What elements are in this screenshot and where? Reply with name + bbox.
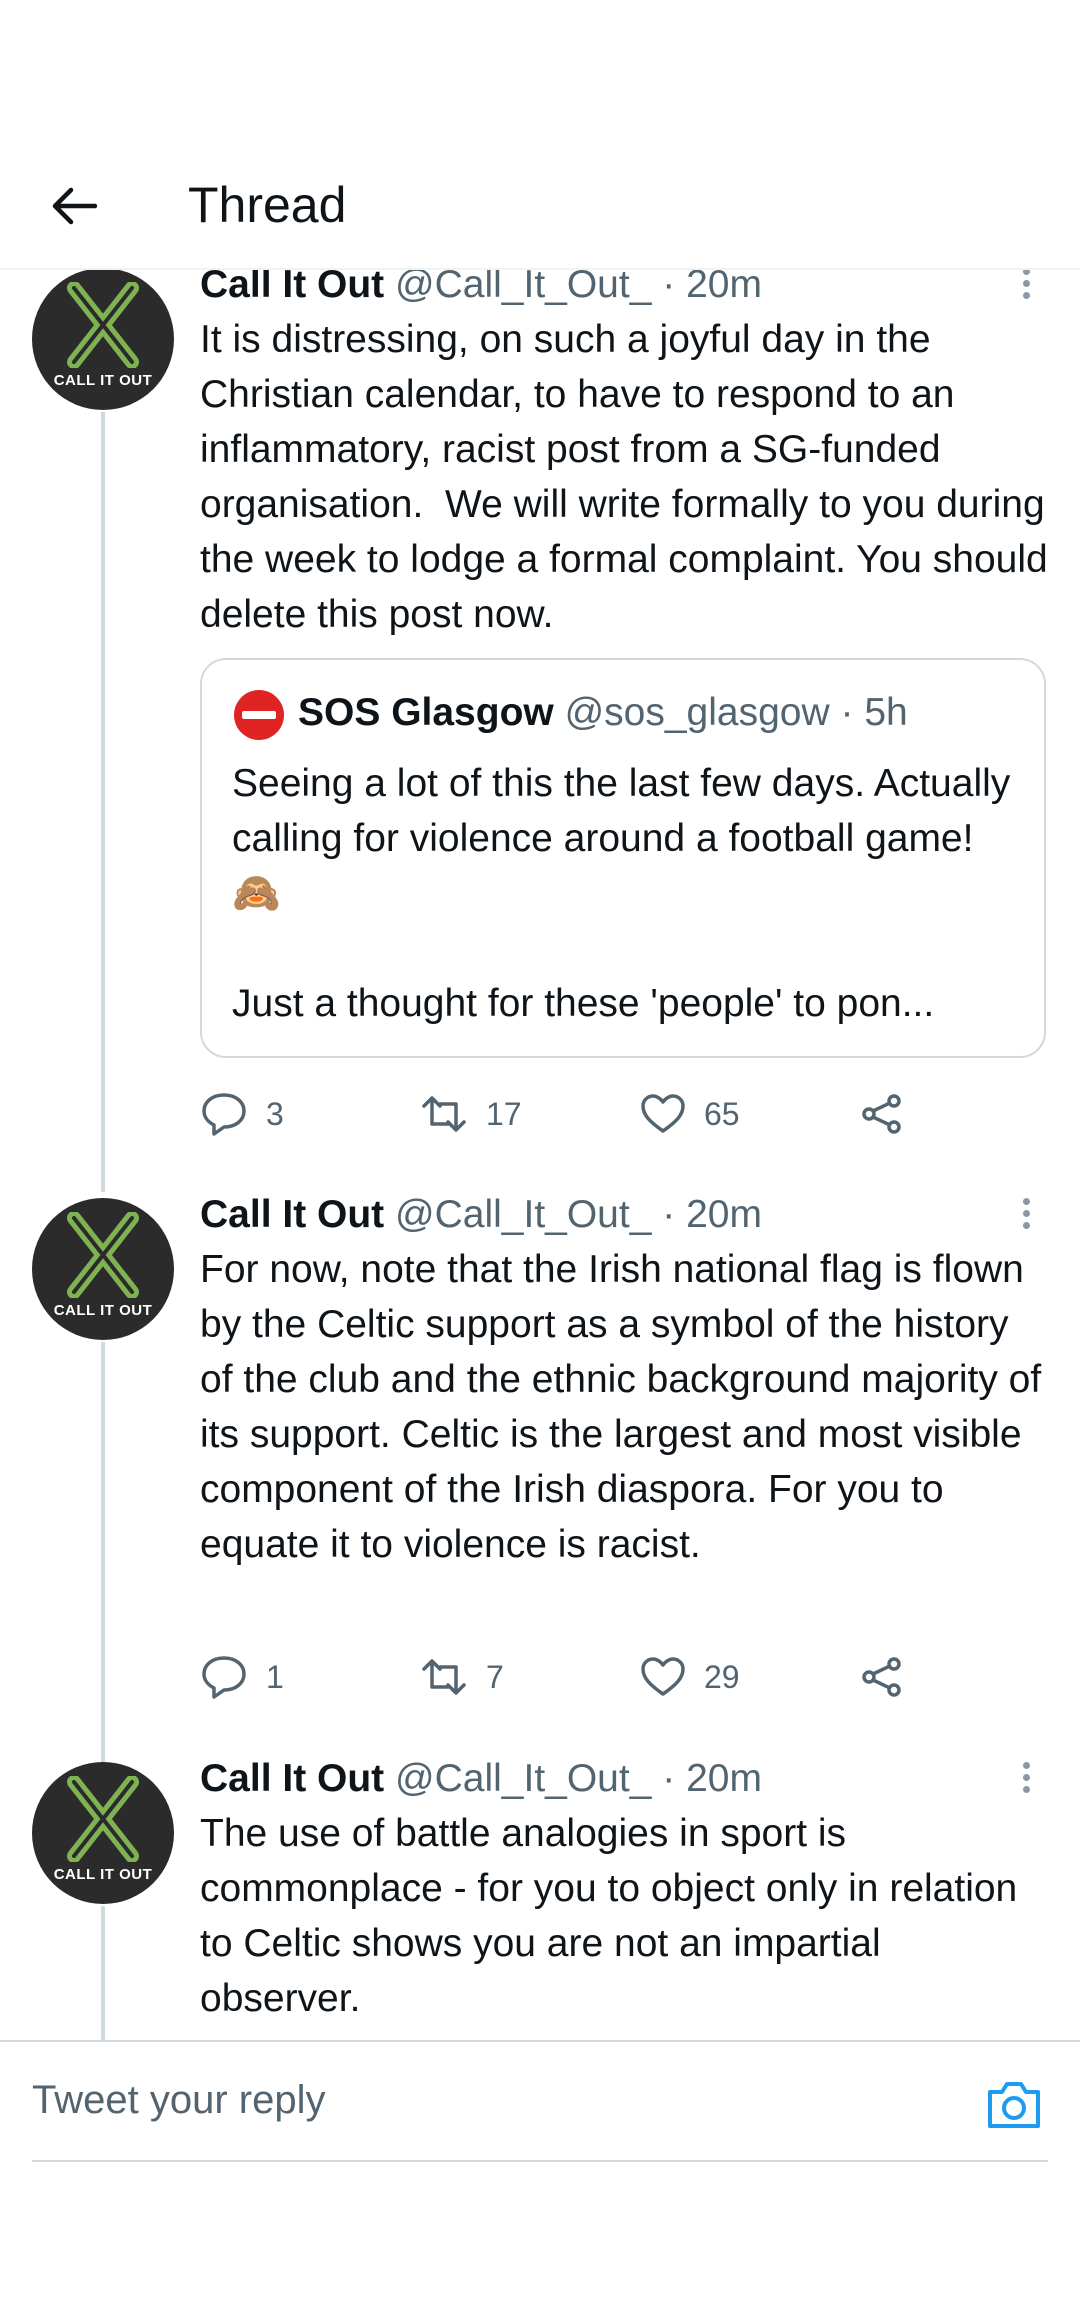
like-button[interactable]: 65 bbox=[640, 1084, 740, 1144]
quote-timestamp: 5h bbox=[864, 691, 908, 734]
tweet-meta: Call It Out @Call_It_Out_ · 20m bbox=[200, 1188, 762, 1242]
avatar[interactable]: CALL IT OUT bbox=[32, 268, 174, 410]
back-button[interactable] bbox=[44, 176, 104, 236]
reply-button[interactable]: 3 bbox=[200, 1084, 284, 1144]
tweet-actions: 1 7 29 bbox=[200, 1647, 1020, 1707]
tweet-text: It is distressing, on such a joyful day … bbox=[200, 318, 1059, 636]
thread-line bbox=[101, 412, 105, 1192]
more-options-button[interactable] bbox=[1016, 1194, 1036, 1234]
reply-icon bbox=[202, 1656, 246, 1699]
separator: · bbox=[662, 1193, 676, 1236]
more-options-button[interactable] bbox=[1016, 264, 1036, 304]
avatar[interactable]: CALL IT OUT bbox=[32, 1198, 174, 1340]
quote-author-handle: @sos_glasgow bbox=[564, 691, 830, 734]
author-handle[interactable]: @Call_It_Out_ bbox=[395, 1193, 651, 1236]
page-title: Thread bbox=[188, 177, 347, 233]
share-button[interactable] bbox=[860, 1647, 922, 1707]
like-icon bbox=[641, 1657, 685, 1696]
avatar-label: CALL IT OUT bbox=[53, 1866, 153, 1883]
quote-author-name: SOS Glasgow bbox=[298, 691, 554, 734]
quote-avatar bbox=[234, 690, 284, 740]
more-icon bbox=[1016, 1198, 1036, 1229]
thread-line bbox=[101, 1906, 105, 2040]
avatar-label: CALL IT OUT bbox=[53, 372, 153, 389]
reply-icon bbox=[202, 1093, 246, 1136]
separator: · bbox=[840, 691, 854, 734]
quote-meta: SOS Glasgow @sos_glasgow · 5h bbox=[298, 686, 908, 740]
author-handle[interactable]: @Call_It_Out_ bbox=[395, 1757, 651, 1800]
retweet-button[interactable]: 7 bbox=[420, 1647, 504, 1707]
avatar[interactable]: CALL IT OUT bbox=[32, 1762, 174, 1904]
back-arrow-icon bbox=[52, 187, 97, 225]
tweet-meta: Call It Out @Call_It_Out_ · 20m bbox=[200, 1752, 762, 1806]
more-icon bbox=[1016, 1762, 1036, 1793]
quoted-tweet[interactable]: SOS Glasgow @sos_glasgow · 5h Seeing a l… bbox=[200, 658, 1046, 1058]
timestamp[interactable]: 20m bbox=[686, 1193, 762, 1236]
thread-header: Thread bbox=[0, 148, 1080, 270]
reply-count: 3 bbox=[266, 1095, 284, 1132]
more-icon bbox=[1016, 268, 1036, 299]
share-icon bbox=[862, 1657, 901, 1697]
retweet-count: 7 bbox=[486, 1658, 504, 1695]
thread-line bbox=[101, 1342, 105, 1762]
reply-count: 1 bbox=[266, 1658, 284, 1695]
like-button[interactable]: 29 bbox=[640, 1647, 740, 1707]
camera-icon bbox=[988, 2082, 1040, 2128]
like-icon bbox=[641, 1094, 685, 1133]
retweet-count: 17 bbox=[486, 1095, 522, 1132]
author-name[interactable]: Call It Out bbox=[200, 1193, 384, 1236]
avatar-label: CALL IT OUT bbox=[53, 1302, 153, 1319]
quote-text: Seeing a lot of this the last few days. … bbox=[232, 762, 1011, 1025]
share-icon bbox=[862, 1094, 901, 1134]
more-options-button[interactable] bbox=[1016, 1758, 1036, 1798]
retweet-button[interactable]: 17 bbox=[420, 1084, 522, 1144]
x-logo-icon bbox=[67, 1776, 139, 1862]
like-count: 65 bbox=[704, 1095, 740, 1132]
x-logo-icon bbox=[67, 282, 139, 368]
reply-button[interactable]: 1 bbox=[200, 1647, 284, 1707]
camera-button[interactable] bbox=[984, 2076, 1044, 2132]
share-button[interactable] bbox=[860, 1084, 922, 1144]
separator: · bbox=[662, 1757, 676, 1800]
timestamp[interactable]: 20m bbox=[686, 1757, 762, 1800]
retweet-icon bbox=[422, 1096, 466, 1132]
reply-bar: Tweet your reply bbox=[0, 2040, 1080, 2164]
tweet-actions: 3 17 65 bbox=[200, 1084, 1020, 1144]
retweet-icon bbox=[422, 1659, 466, 1695]
x-logo-icon bbox=[67, 1212, 139, 1298]
tweet-text: For now, note that the Irish national fl… bbox=[200, 1248, 1053, 1566]
author-name[interactable]: Call It Out bbox=[200, 1757, 384, 1800]
reply-underline bbox=[32, 2160, 1048, 2162]
reply-input[interactable]: Tweet your reply bbox=[32, 2078, 325, 2123]
like-count: 29 bbox=[704, 1658, 740, 1695]
tweet-text: The use of battle analogies in sport is … bbox=[200, 1812, 1029, 2020]
